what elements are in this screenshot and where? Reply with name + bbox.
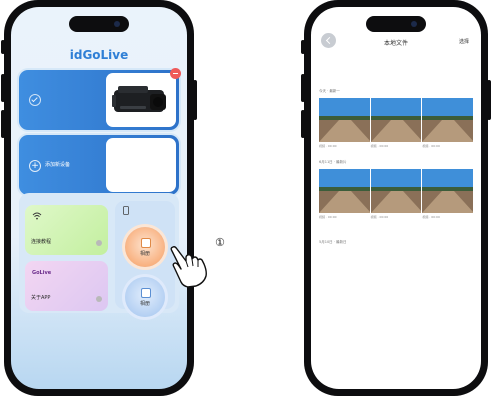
media-thumbnail[interactable] [422, 98, 474, 142]
plus-circle-icon: + [29, 160, 41, 172]
dynamic-island [366, 16, 426, 32]
media-thumbnail[interactable] [370, 169, 422, 213]
media-caption: 视频 · 00:00 [319, 144, 337, 148]
check-circle-icon [29, 94, 41, 106]
wifi-icon [32, 212, 42, 220]
media-thumbnail[interactable] [370, 98, 422, 142]
chevron-right-icon [96, 296, 102, 302]
caption-row: 视频 · 00:00 视频 · 00:00 视频 · 00:00 [319, 144, 473, 148]
image-icon [141, 238, 151, 248]
page-title: 本地文件 [383, 40, 408, 47]
empty-slot [106, 138, 176, 192]
media-caption: 视频 · 00:00 [422, 144, 440, 148]
group-date: 6月11日 · 最新片 [319, 160, 347, 164]
media-caption: 视频 · 00:00 [319, 215, 337, 219]
group-date: 今天 · 最新一 [319, 89, 340, 93]
tap-hand-icon [170, 246, 207, 288]
media-thumbnail[interactable] [319, 169, 370, 213]
caption-row: 视频 · 00:00 视频 · 00:00 视频 · 00:00 [319, 215, 473, 219]
video-icon [141, 288, 151, 298]
record-label: 相册 [139, 301, 150, 307]
album-label: 相册 [139, 251, 150, 257]
media-row [319, 169, 474, 213]
about-tile[interactable]: GoLive 关于APP [25, 261, 108, 311]
chevron-right-icon [96, 240, 102, 246]
tutorial-tile[interactable]: 连接教程 [25, 205, 108, 255]
add-device-label: 添加新设备 [45, 162, 71, 168]
album-button[interactable]: 相册 [125, 227, 165, 267]
media-caption: 视频 · 00:00 [422, 215, 440, 219]
camera-thumbnail [106, 73, 176, 127]
media-thumbnail[interactable] [319, 98, 370, 142]
media-caption: 视频 · 00:00 [370, 144, 389, 148]
media-caption: 视频 · 00:00 [370, 215, 389, 219]
left-phone: idGoLive + 添加新设备 连接教程 GoLive 关于APP 相册 相册 [1, 0, 197, 396]
device-card[interactable] [19, 68, 181, 130]
step-marker: ① [215, 236, 225, 249]
right-screen: 本地文件 选择 今天 · 最新一 视频 · 00:00 视频 · 00:00 视… [311, 7, 481, 389]
record-button[interactable]: 相册 [125, 277, 165, 317]
group-date: 5月10日 · 最新日 [319, 240, 347, 244]
shortcut-panel: 连接教程 GoLive 关于APP 相册 相册 [19, 193, 179, 317]
app-title: idGoLive [69, 48, 129, 62]
right-phone: 本地文件 选择 今天 · 最新一 视频 · 00:00 视频 · 00:00 视… [301, 0, 491, 396]
tutorial-label: 连接教程 [31, 239, 52, 245]
about-label: 关于APP [31, 295, 51, 301]
golive-logo: GoLive [32, 270, 52, 276]
phone-icon [123, 206, 129, 215]
select-button[interactable]: 选择 [459, 38, 469, 45]
left-screen: idGoLive + 添加新设备 连接教程 GoLive 关于APP 相册 相册 [11, 7, 187, 389]
add-device-card[interactable]: + 添加新设备 [19, 135, 179, 195]
dynamic-island [69, 16, 129, 32]
media-row [319, 98, 474, 142]
remove-device-button[interactable] [170, 68, 181, 79]
media-thumbnail[interactable] [422, 169, 474, 213]
